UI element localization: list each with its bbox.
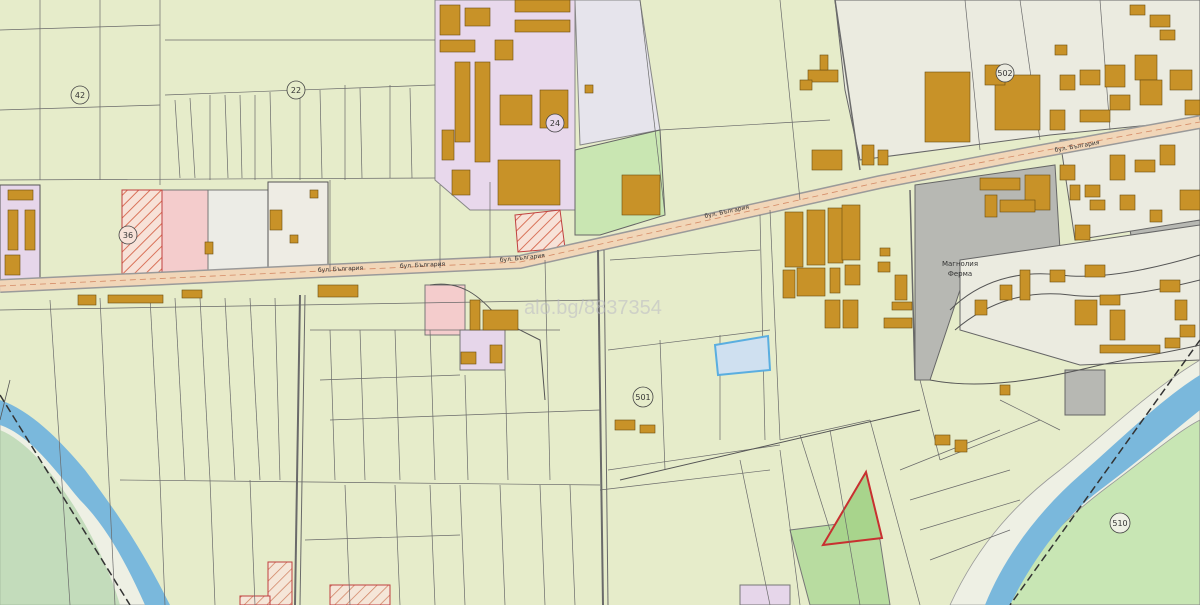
parcel-marker-510: 510	[1109, 512, 1131, 534]
parcel-marker-24: 24	[545, 113, 565, 133]
parcel-marker-502: 502	[995, 63, 1015, 83]
parcel-marker-501: 501	[632, 386, 654, 408]
svg-text:42: 42	[75, 91, 85, 100]
svg-text:24: 24	[550, 119, 560, 128]
cadastral-map[interactable]: 42 22 24 36 501 510 502 бул. България бу…	[0, 0, 1200, 605]
svg-text:22: 22	[291, 86, 301, 95]
area-label: Ферма	[948, 270, 972, 278]
area-label: Магнолия	[942, 260, 978, 268]
svg-text:501: 501	[635, 393, 650, 402]
parcel-marker-42: 42	[70, 85, 90, 105]
parcel-marker-36: 36	[118, 225, 138, 245]
svg-text:502: 502	[997, 69, 1012, 78]
svg-text:36: 36	[123, 231, 133, 240]
parcel-marker-22: 22	[286, 80, 306, 100]
svg-text:510: 510	[1112, 519, 1127, 528]
watermark: alo.bg/8837354	[524, 297, 662, 319]
